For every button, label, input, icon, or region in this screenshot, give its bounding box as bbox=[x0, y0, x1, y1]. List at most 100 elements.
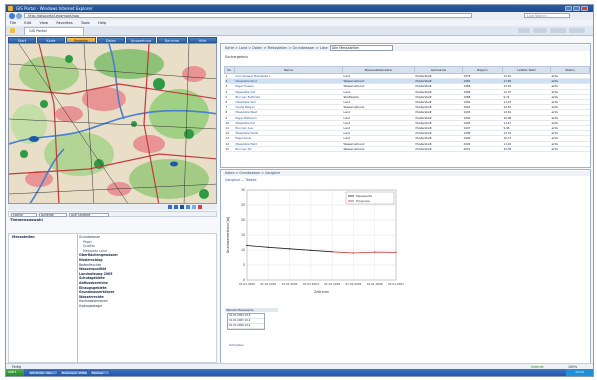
x-axis-label: Zeitraum bbox=[314, 290, 329, 294]
taskbar-item-browser[interactable]: GIS Portal - Win... bbox=[28, 370, 58, 375]
url-field[interactable]: http://gisportal.example/app bbox=[24, 13, 472, 18]
layer-tree-panel: Messstellen Grundwasser Pegel Quellen Messn… bbox=[8, 233, 217, 363]
back-icon[interactable] bbox=[9, 13, 15, 19]
menu-view[interactable]: View bbox=[40, 21, 49, 25]
column-header[interactable]: Nr. bbox=[224, 66, 235, 74]
data-point bbox=[374, 251, 376, 253]
x-tick-label: 01.01.2006 bbox=[367, 282, 383, 286]
screenshot-page: GIS Portal - Windows Internet Explorer h… bbox=[0, 0, 597, 380]
table-cell: 2001 bbox=[462, 146, 503, 153]
tools-menu-icon[interactable] bbox=[550, 28, 566, 33]
layer-toolbar: Ebene Anzeige Alle Objekte bbox=[8, 211, 217, 217]
topographic-map[interactable] bbox=[9, 44, 217, 204]
measurement-table: 01.01.2004 10,5 01.01.2005 10,2 01.01.20… bbox=[227, 313, 265, 330]
taskbar-item-explorer[interactable]: Explorer bbox=[90, 370, 110, 375]
forward-icon[interactable] bbox=[16, 13, 22, 19]
column-header[interactable]: Gemeinde bbox=[414, 66, 463, 74]
maximize-button[interactable] bbox=[573, 6, 580, 11]
table-cell: Brunnen Tal bbox=[234, 146, 343, 153]
browser-tab[interactable]: GIS Portal bbox=[24, 27, 84, 35]
x-tick-label: 01.01.2003 bbox=[303, 282, 319, 286]
table-body: 1 Grundwasser Messstelle 1 Land Musterstadt… bbox=[224, 73, 590, 153]
favorites-star-icon[interactable] bbox=[10, 28, 15, 33]
data-point bbox=[310, 249, 312, 251]
info-icon[interactable] bbox=[198, 205, 202, 209]
browser-icon bbox=[8, 6, 13, 11]
measurement-row: 01.01.2006 10,4 bbox=[228, 324, 264, 329]
table-cell: Wasserverband bbox=[342, 146, 415, 153]
start-button[interactable]: start bbox=[6, 369, 24, 376]
measure-icon[interactable] bbox=[192, 205, 196, 209]
home-icon[interactable] bbox=[518, 28, 530, 33]
page-menu-icon[interactable] bbox=[533, 28, 547, 33]
x-tick-label: 01.01.2002 bbox=[282, 282, 298, 286]
x-tick-label: 01.01.2007 bbox=[388, 282, 404, 286]
menu-edit[interactable]: Edit bbox=[24, 21, 31, 25]
measurement-table-title: Tabelle Messwerte bbox=[225, 308, 278, 312]
data-point bbox=[246, 244, 248, 247]
x-tick-label: 01.01.2004 bbox=[324, 282, 340, 286]
close-link[interactable]: Schließen bbox=[229, 343, 244, 347]
layer-select[interactable]: Ebene bbox=[11, 213, 37, 217]
zoom-in-icon[interactable] bbox=[168, 205, 172, 209]
column-header[interactable]: Name bbox=[234, 66, 343, 74]
zoom-out-icon[interactable] bbox=[174, 205, 178, 209]
data-point bbox=[331, 251, 333, 253]
column-header[interactable]: Status bbox=[550, 66, 590, 74]
display-select[interactable]: Anzeige bbox=[39, 213, 67, 217]
y-tick-label: 30 bbox=[241, 188, 245, 192]
close-button[interactable] bbox=[581, 6, 588, 11]
table-cell: Musterstadt bbox=[414, 146, 463, 153]
layer-tree-category-column: Messstellen bbox=[10, 234, 78, 362]
search-input[interactable]: Live Search bbox=[524, 13, 570, 18]
y-axis-label: Grundwasserstand [m] bbox=[226, 217, 230, 254]
help-icon[interactable] bbox=[569, 28, 585, 33]
y-tick-label: 5 bbox=[243, 263, 245, 267]
hydrograph-chart: 05101520253001.01.2000 01.01.2001 01.01.20… bbox=[226, 188, 404, 294]
legend-label: Messwerte bbox=[356, 194, 372, 198]
table-cell: 10,38 bbox=[502, 146, 551, 153]
browser-tab-bar: GIS Portal bbox=[6, 26, 593, 36]
menu-help[interactable]: Help bbox=[98, 21, 106, 25]
legend-label: Prognose bbox=[356, 199, 370, 203]
window-title: GIS Portal - Windows Internet Explorer bbox=[16, 6, 93, 11]
filter-select[interactable]: Alle Messstellen bbox=[329, 45, 393, 51]
system-clock: 12:34 bbox=[566, 369, 593, 376]
pan-icon[interactable] bbox=[180, 205, 184, 209]
menu-file[interactable]: File bbox=[10, 21, 16, 25]
tree-root-label[interactable]: Messstellen bbox=[12, 235, 35, 239]
results-table: Nr. Name Messnetzbetreiber Gemeinde Beginn Le… bbox=[224, 66, 590, 153]
column-header[interactable]: Beginn bbox=[462, 66, 503, 74]
chart-panel: Daten > Grundwasser > Ganglinie Ganglini… bbox=[220, 169, 591, 365]
y-tick-label: 10 bbox=[241, 248, 245, 252]
tree-item[interactable]: Hydrogeologie bbox=[79, 304, 139, 309]
taskbar-item-editor[interactable]: Dokument - Editor bbox=[60, 370, 88, 375]
chart-view-links[interactable]: Ganglinie — Tabelle bbox=[225, 178, 256, 182]
breadcrumb: Karte > Land > Daten > Messstellen > Gru… bbox=[223, 45, 590, 51]
x-tick-label: 01.01.2005 bbox=[345, 282, 361, 286]
records-panel: Karte > Land > Daten > Messstellen > Gru… bbox=[220, 43, 591, 168]
table-row[interactable]: 15 Brunnen Tal Wasserverband Musterstadt 200… bbox=[224, 146, 590, 153]
data-point bbox=[352, 252, 355, 254]
layer-tree-list: Grundwasser Pegel Quellen Messnetz Land Ober… bbox=[79, 235, 139, 309]
browser-window: GIS Portal - Windows Internet Explorer h… bbox=[5, 4, 594, 377]
breadcrumb-path[interactable]: Karte > Land > Daten > Messstellen > Gru… bbox=[225, 46, 328, 50]
chart-breadcrumb[interactable]: Daten > Grundwasser > Ganglinie bbox=[223, 171, 590, 176]
data-point bbox=[267, 246, 269, 248]
menu-tools[interactable]: Tools bbox=[81, 21, 90, 25]
y-tick-label: 25 bbox=[241, 203, 245, 207]
column-header[interactable]: Letzter Wert bbox=[502, 66, 551, 74]
minimize-button[interactable] bbox=[565, 6, 572, 11]
menu-favorites[interactable]: Favorites bbox=[56, 21, 72, 25]
x-tick-label: 01.01.2001 bbox=[260, 282, 276, 286]
select-icon[interactable] bbox=[186, 205, 190, 209]
taskbar: start GIS Portal - Win... Dokument - Edi… bbox=[6, 369, 593, 376]
map-toolbar bbox=[8, 204, 217, 210]
table-header-row: Nr. Name Messnetzbetreiber Gemeinde Beginn Le… bbox=[224, 66, 590, 74]
object-select[interactable]: Alle Objekte bbox=[69, 213, 109, 217]
window-titlebar: GIS Portal - Windows Internet Explorer bbox=[6, 5, 593, 12]
layer-panel-title: Themenauswahl bbox=[10, 218, 43, 222]
column-header[interactable]: Messnetzbetreiber bbox=[342, 66, 415, 74]
table-cell: aktiv bbox=[550, 146, 590, 153]
map-view[interactable] bbox=[8, 43, 217, 204]
